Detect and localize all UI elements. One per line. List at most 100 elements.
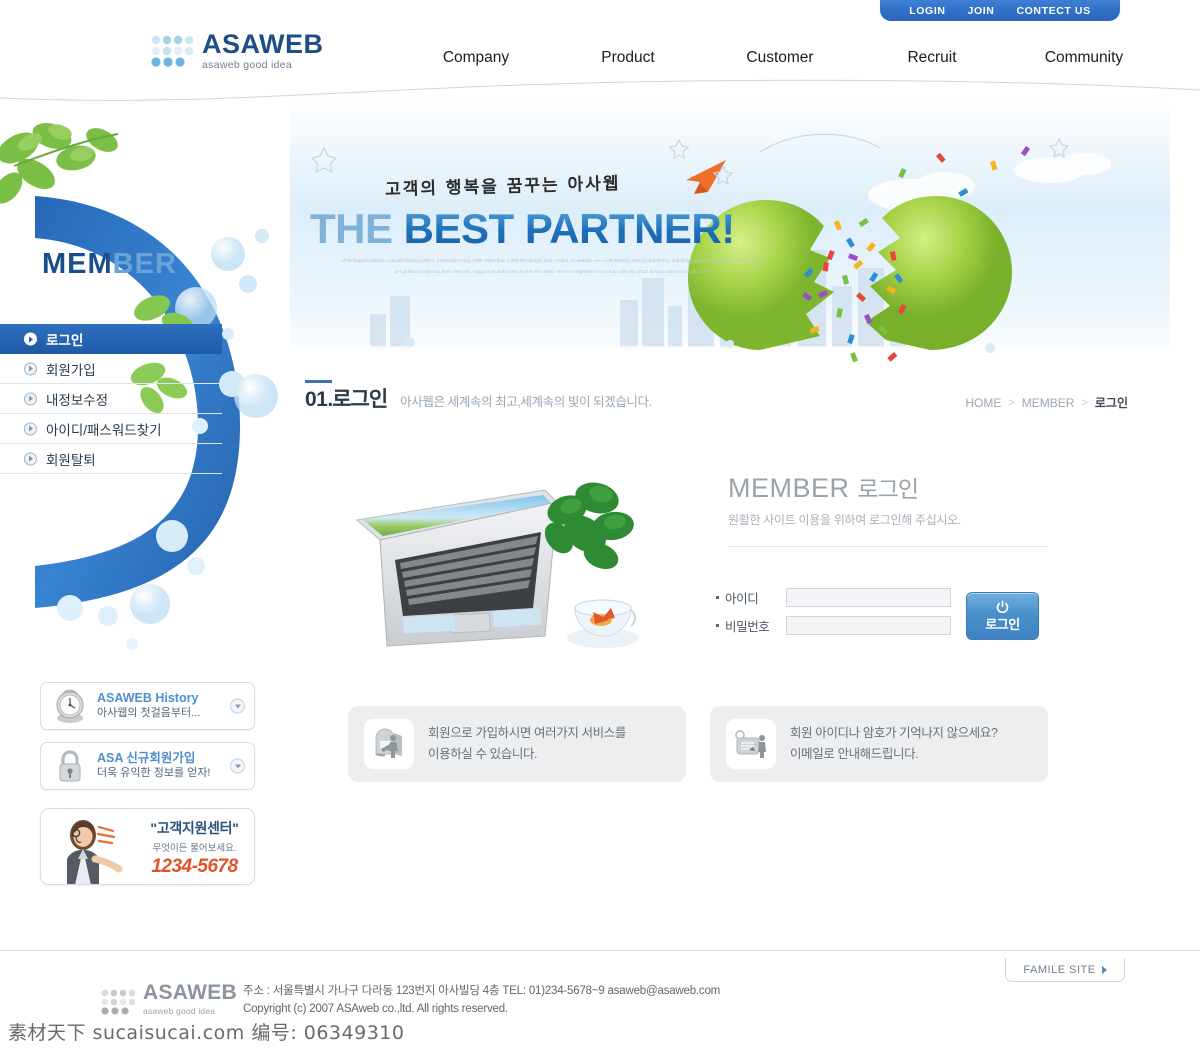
hero-headline-light: THE — [310, 205, 404, 252]
top-utility-bar: LOGIN JOIN CONTECT US — [880, 0, 1120, 21]
support-title: "고객지원센터" — [150, 820, 239, 836]
nav-item-product[interactable]: Product — [552, 49, 704, 67]
top-link-join[interactable]: JOIN — [968, 5, 995, 17]
nav-item-recruit[interactable]: Recruit — [856, 49, 1008, 67]
breadcrumb-home[interactable]: HOME — [965, 396, 1001, 410]
password-label: 비밀번호 — [716, 616, 786, 635]
chevron-down-icon[interactable] — [230, 758, 245, 774]
info-line-1: 회원으로 가입하시면 여러가지 서비스를 — [428, 726, 626, 741]
sidebar-title-part2: BER — [112, 248, 177, 280]
footer-copyright: Copyright (c) 2007 ASAweb co.,ltd. All r… — [243, 1002, 508, 1015]
door-person-icon — [364, 719, 414, 769]
site-logo[interactable]: ASAWEB asaweb good idea — [150, 31, 324, 71]
logo-title: ASAWEB — [202, 29, 324, 59]
nav-item-community[interactable]: Community — [1008, 49, 1160, 67]
page-title-text: 로그인 — [332, 388, 388, 411]
sidebar-item-join[interactable]: 회원가입 — [0, 354, 222, 384]
hero-headline: THE BEST PARTNER! — [310, 205, 735, 253]
info-box-text: 회원 아이디나 암호가 기억나지 않으세요? 이메일로 안내해드립니다. — [790, 723, 998, 764]
login-heading-en: MEMBER — [728, 473, 850, 503]
page-title: 01 . 로그인 아사웹은 세계속의 최고,세계속의 빛이 되겠습니다. — [305, 380, 652, 413]
userid-label: 아이디 — [716, 588, 786, 607]
breadcrumb-current: 로그인 — [1094, 396, 1128, 410]
footer-logo-tagline: asaweb good idea — [143, 1006, 216, 1016]
top-link-contact-us[interactable]: CONTECT US — [1016, 5, 1090, 17]
info-box-join-benefits[interactable]: 회원으로 가입하시면 여러가지 서비스를 이용하실 수 있습니다. — [348, 706, 686, 782]
sidebar-item-withdraw[interactable]: 회원탈퇴 — [0, 444, 222, 474]
footer-logo-title: ASAWEB — [143, 981, 237, 1004]
support-agent-photo — [45, 811, 137, 884]
play-arrow-icon — [24, 452, 37, 465]
play-arrow-icon — [24, 362, 37, 375]
sidebar-item-label: 회원탈퇴 — [46, 452, 96, 468]
sidebar-item-login[interactable]: 로그인 — [0, 324, 222, 354]
login-subtitle: 원활한 사이트 이용을 위하여 로그인해 주십시오. — [728, 513, 962, 527]
sidebar-item-label: 회원가입 — [46, 362, 96, 378]
banner-subtitle: 아사웹의 첫걸음부터... — [97, 707, 201, 720]
sidebar-item-find-id-password[interactable]: 아이디/패스워드찾기 — [0, 414, 222, 444]
hero-banner: 고객의 행복을 꿈꾸는 아사웹 THE BEST PARTNER! of the… — [290, 100, 1170, 370]
login-panel: MEMBER 로그인 원활한 사이트 이용을 위하여 로그인해 주십시오. — [728, 470, 1048, 547]
lock-icon — [51, 747, 89, 785]
sidebar-item-edit-info[interactable]: 내정보수정 — [0, 384, 222, 414]
footer-address: 주소 : 서울특별시 가나구 다라동 123번지 아사빌딩 4층 TEL: 01… — [243, 985, 721, 997]
site-header: ASAWEB asaweb good idea Company Product … — [0, 21, 1200, 83]
info-line-1: 회원 아이디나 암호가 기억나지 않으세요? — [790, 726, 998, 741]
clock-icon — [51, 687, 89, 725]
sidebar-item-label: 아이디/패스워드찾기 — [46, 422, 162, 438]
footer-info: 주소 : 서울특별시 가나구 다라동 123번지 아사빌딩 4층 TEL: 01… — [243, 983, 720, 1019]
sidebar-banners: ASAWEB History 아사웹의 첫걸음부터... ASA 신규회원가입 … — [40, 682, 255, 802]
chevron-down-icon[interactable] — [230, 698, 245, 714]
triangle-right-icon — [1101, 965, 1107, 974]
breadcrumb-member[interactable]: MEMBER — [1022, 396, 1075, 410]
support-phone-number: 1234-5678 — [151, 856, 238, 877]
sidebar-title: MEMBER — [42, 248, 177, 281]
info-line-2: 이용하실 수 있습니다. — [428, 747, 538, 761]
login-submit-button[interactable]: 로그인 — [966, 592, 1039, 640]
footer-logo-dots-icon — [100, 989, 138, 1015]
power-icon — [996, 600, 1009, 613]
login-button-label: 로그인 — [985, 616, 1020, 632]
laptop-illustration — [345, 468, 665, 663]
login-heading-kr: 로그인 — [857, 476, 919, 502]
stock-watermark: 素材天下 sucaisucai.com 编号: 06349310 — [8, 1022, 405, 1044]
breadcrumb-separator-icon: > — [1081, 396, 1088, 409]
password-input[interactable] — [786, 616, 951, 635]
logo-tagline: asaweb good idea — [202, 59, 293, 71]
sidebar-item-label: 내정보수정 — [46, 392, 109, 408]
banner-title: ASA 신규회원가입 — [97, 751, 196, 766]
customer-support-banner[interactable]: "고객지원센터" 무엇이든 물어보세요. 1234-5678 — [40, 808, 255, 885]
banner-asaweb-history[interactable]: ASAWEB History 아사웹의 첫걸음부터... — [40, 682, 255, 730]
support-subtitle: 무엇이든 물어보세요. — [152, 843, 237, 854]
play-arrow-icon — [24, 422, 37, 435]
play-arrow-icon — [24, 332, 37, 346]
info-box-text: 회원으로 가입하시면 여러가지 서비스를 이용하실 수 있습니다. — [428, 723, 626, 764]
famile-site-label: FAMILE SITE — [1023, 963, 1096, 976]
login-heading: MEMBER 로그인 — [728, 470, 1048, 504]
hero-headline-bold: BEST PARTNER! — [403, 205, 736, 252]
breadcrumb-separator-icon: > — [1008, 396, 1015, 409]
nav-item-customer[interactable]: Customer — [704, 49, 856, 67]
footer-logo: ASAWEB asaweb good idea — [100, 981, 237, 1016]
logo-dots-icon — [150, 35, 196, 69]
page-title-number: 01 — [305, 380, 333, 412]
left-sidebar: MEMBER 로그인 회원가입 내정보수정 아이디/패스워드찾기 회원탈퇴 AS… — [0, 96, 300, 956]
info-line-2: 이메일로 안내해드립니다. — [790, 747, 919, 761]
sidebar-item-label: 로그인 — [46, 333, 84, 348]
banner-asa-new-membership[interactable]: ASA 신규회원가입 더욱 유익한 정보를 얻자! — [40, 742, 255, 790]
nav-item-company[interactable]: Company — [400, 49, 552, 67]
sidebar-menu: 로그인 회원가입 내정보수정 아이디/패스워드찾기 회원탈퇴 — [0, 324, 222, 474]
footer-divider — [0, 950, 1200, 951]
play-arrow-icon — [24, 392, 37, 405]
hero-description: of the biggest domain and web hosting si… — [341, 258, 765, 275]
page-title-subtitle: 아사웹은 세계속의 최고,세계속의 빛이 되겠습니다. — [400, 395, 652, 409]
banner-subtitle: 더욱 유익한 정보를 얻자! — [97, 767, 211, 780]
info-box-forgot-credentials[interactable]: 회원 아이디나 암호가 기억나지 않으세요? 이메일로 안내해드립니다. — [710, 706, 1048, 782]
main-navigation: Company Product Customer Recruit Communi… — [400, 49, 1160, 67]
login-divider — [728, 546, 1048, 547]
banner-title: ASAWEB History — [97, 691, 199, 706]
userid-input[interactable] — [786, 588, 951, 607]
sidebar-title-part1: MEM — [42, 248, 113, 280]
breadcrumb: HOME > MEMBER > 로그인 — [965, 394, 1128, 411]
top-link-login[interactable]: LOGIN — [909, 5, 945, 17]
